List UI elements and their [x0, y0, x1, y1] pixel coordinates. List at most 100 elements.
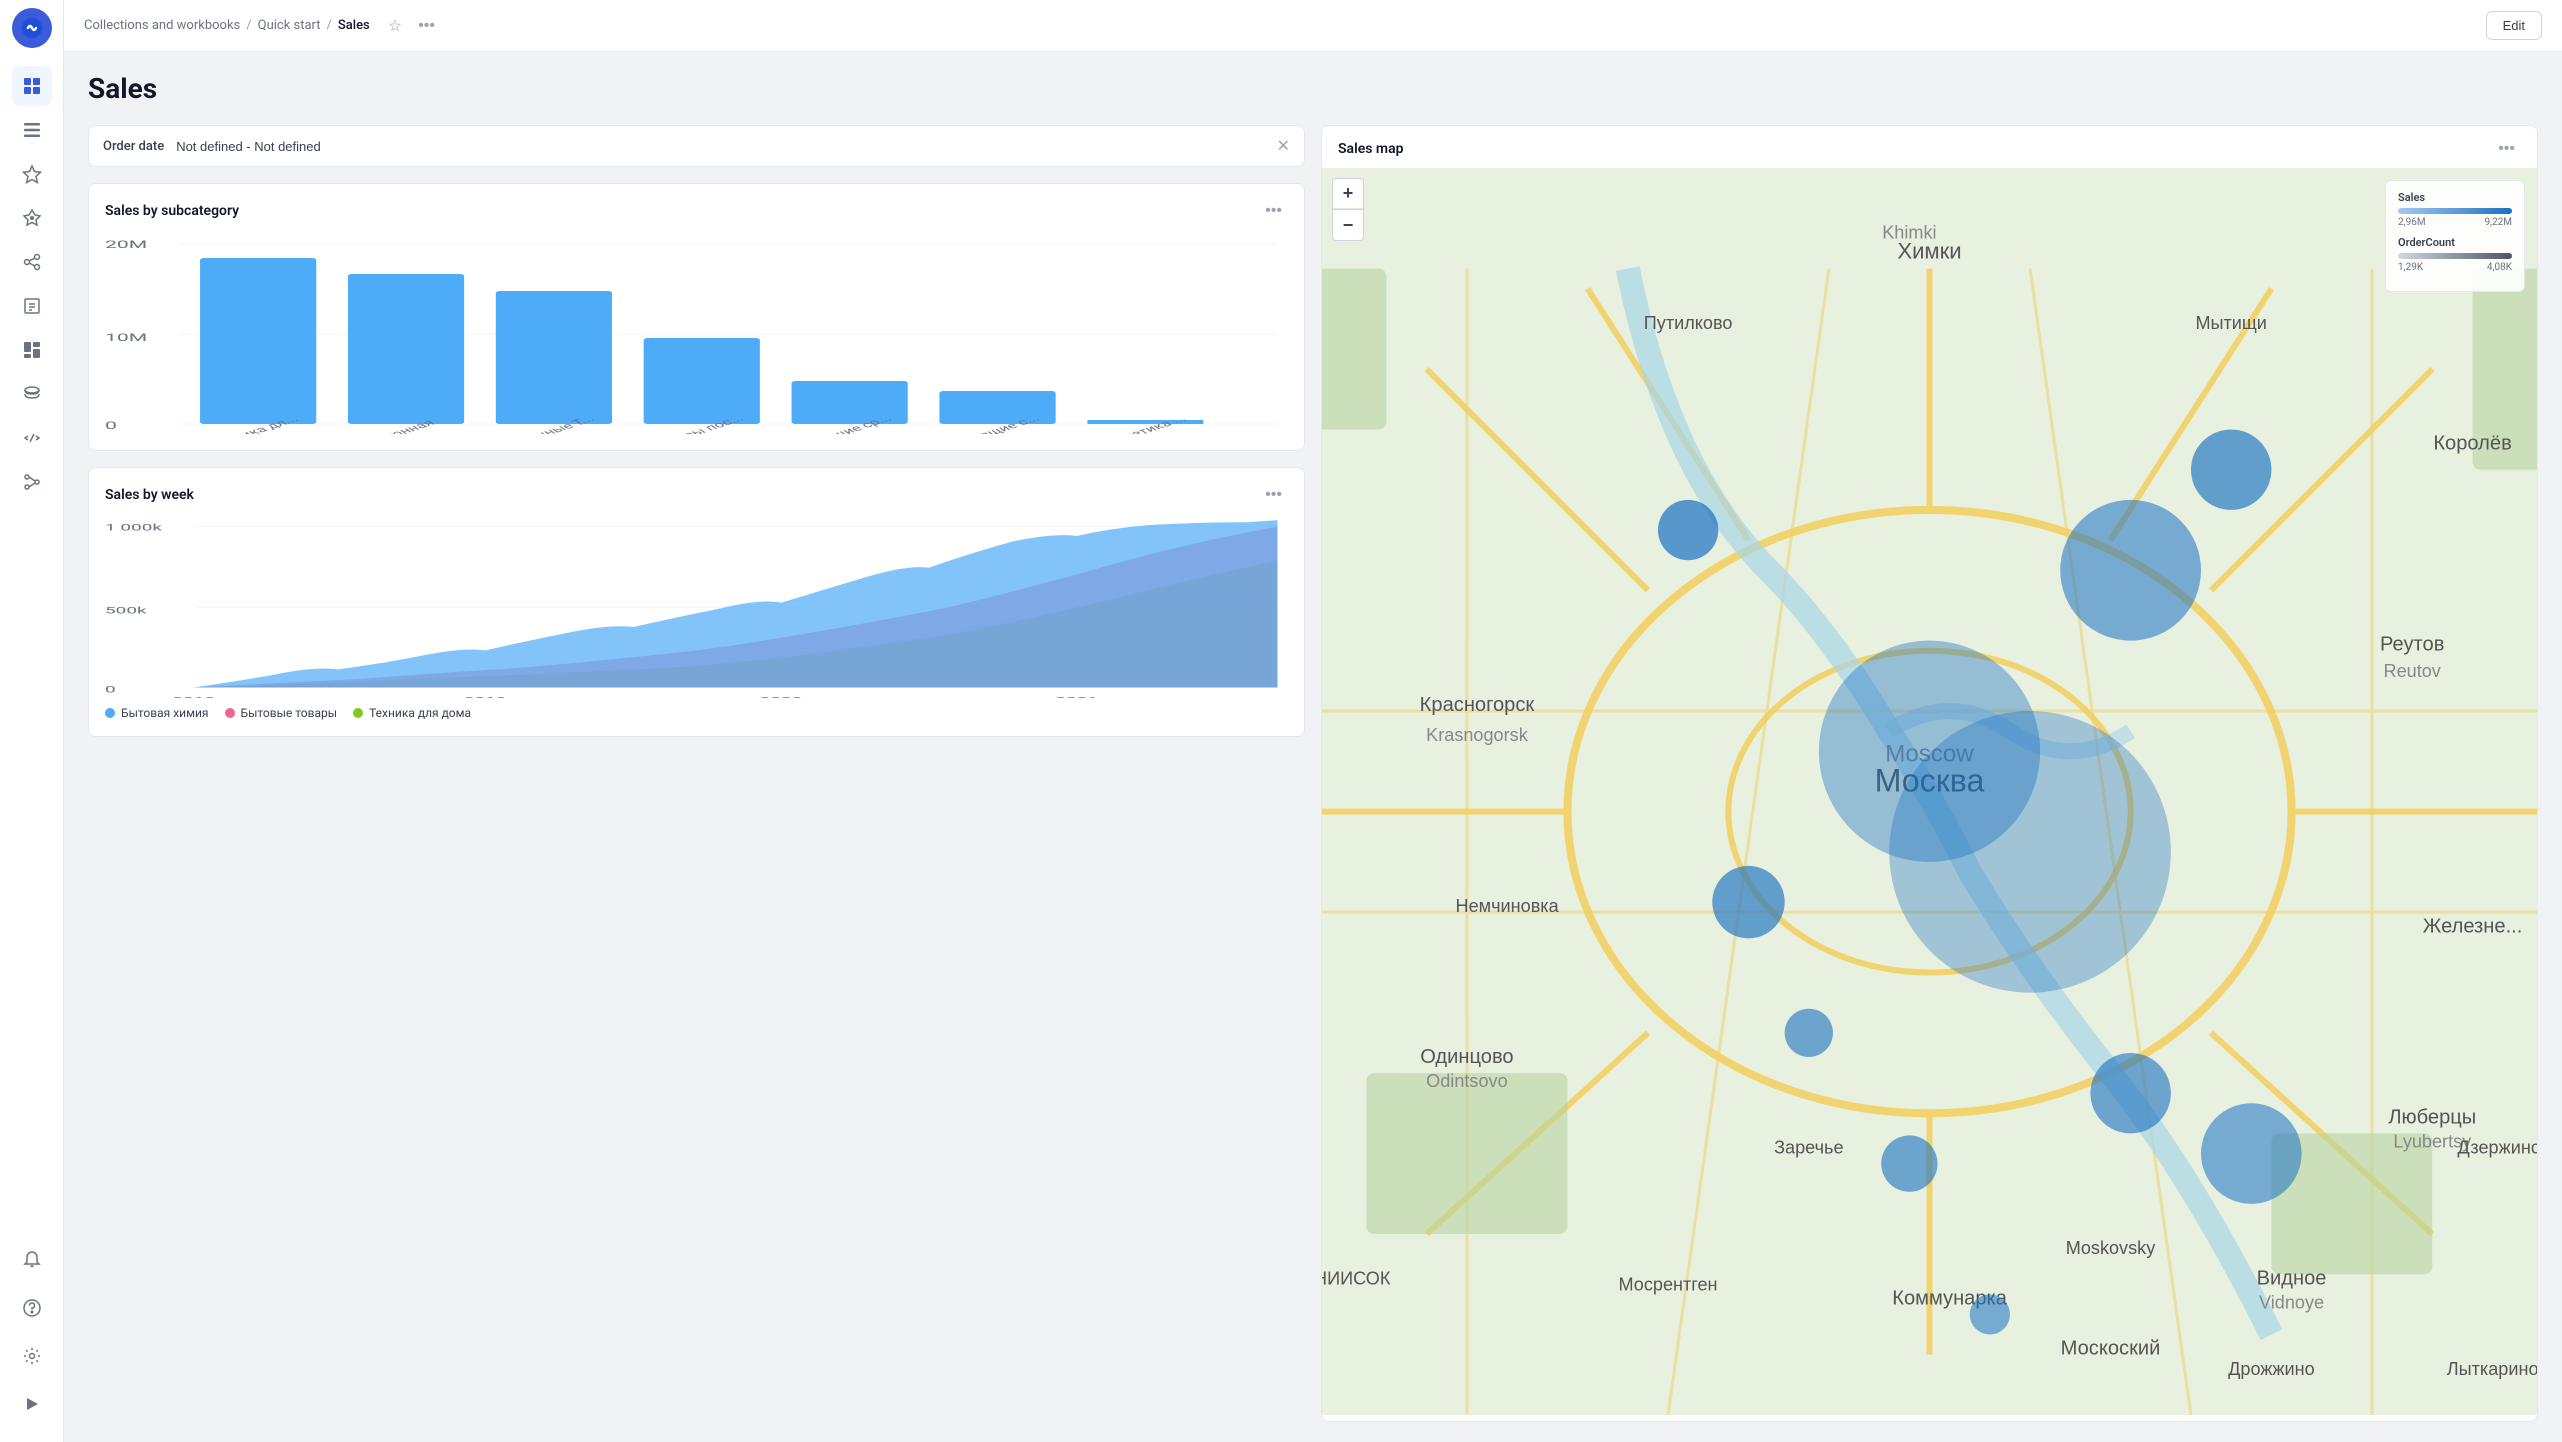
svg-text:Дзержинский: Дзержинский: [2458, 1138, 2537, 1158]
legend-sales-range: 2,96M 9,22M: [2398, 217, 2512, 228]
breadcrumb-quickstart[interactable]: Quick start: [258, 18, 321, 33]
breadcrumb-current: Sales: [338, 18, 370, 33]
legend-sales-label: Sales: [2398, 191, 2512, 204]
dashboard-grid: Order date ✕ Sales by subcategory ••• 20…: [88, 125, 2538, 1422]
bar-chart-svg: 20M 10M 0 Техника дл...: [105, 234, 1288, 434]
filter-label: Order date: [103, 139, 164, 154]
legend-sales-max: 9,22M: [2484, 217, 2512, 228]
svg-text:Мытищи: Мытищи: [2195, 313, 2266, 333]
svg-text:Vidnoye: Vidnoye: [2259, 1292, 2324, 1312]
svg-text:Железне...: Железне...: [2423, 915, 2523, 937]
legend-dot-chemistry: [105, 708, 115, 718]
svg-text:Мосрентген: Мосрентген: [1619, 1274, 1718, 1294]
sidebar-item-dashboards[interactable]: [12, 330, 52, 370]
map-card: Sales map •••: [1321, 125, 2538, 1422]
subcategory-chart-menu[interactable]: •••: [1259, 200, 1288, 222]
legend-dot-tech: [353, 708, 363, 718]
sidebar-item-list[interactable]: [12, 110, 52, 150]
map-zoom-controls: + −: [1332, 178, 1364, 241]
legend-label-tech: Техника для дома: [369, 706, 471, 720]
svg-text:2020: 2020: [760, 694, 803, 698]
legend-order-bar: [2398, 253, 2512, 259]
zoom-out-button[interactable]: −: [1333, 210, 1363, 240]
favorite-button[interactable]: ☆: [384, 12, 406, 40]
sidebar-item-notifications[interactable]: [12, 1240, 52, 1280]
svg-text:500k: 500k: [105, 604, 147, 615]
subcategory-chart-title: Sales by subcategory: [105, 203, 239, 219]
breadcrumb: Collections and workbooks / Quick start …: [84, 12, 439, 40]
legend-dot-household: [225, 708, 235, 718]
breadcrumb-sep2: /: [327, 18, 332, 33]
sidebar-item-grid[interactable]: [12, 66, 52, 106]
week-chart-header: Sales by week •••: [105, 484, 1288, 506]
svg-text:Немчиновка: Немчиновка: [1456, 896, 1560, 916]
svg-text:Reutov: Reutov: [2384, 661, 2441, 681]
bar-chart-container: 20M 10M 0 Техника дл...: [105, 234, 1288, 434]
week-chart-title: Sales by week: [105, 487, 194, 503]
logo[interactable]: [12, 8, 52, 48]
svg-text:Krasnogorsk: Krasnogorsk: [1426, 725, 1529, 745]
breadcrumb-sep1: /: [246, 18, 251, 33]
line-chart-svg: 1 000k 500k 0: [105, 518, 1288, 698]
svg-text:Красногорск: Красногорск: [1420, 694, 1535, 716]
svg-text:2021: 2021: [1055, 694, 1098, 698]
sidebar-item-favorites[interactable]: [12, 154, 52, 194]
legend-item-household: Бытовые товары: [225, 706, 338, 720]
edit-button[interactable]: Edit: [2486, 11, 2542, 40]
sidebar-item-workflows[interactable]: [12, 462, 52, 502]
more-options-button[interactable]: •••: [414, 13, 439, 39]
legend-label-household: Бытовые товары: [241, 706, 338, 720]
sidebar: [0, 0, 64, 1442]
sidebar-item-datasets[interactable]: [12, 374, 52, 414]
page-body: Sales Order date ✕ Sales by subcategory …: [64, 52, 2562, 1442]
left-column: Order date ✕ Sales by subcategory ••• 20…: [88, 125, 1305, 1422]
breadcrumb-actions: ☆ •••: [384, 12, 439, 40]
legend-item-tech: Техника для дома: [353, 706, 471, 720]
filter-row: Order date ✕: [88, 125, 1305, 167]
legend-label-chemistry: Бытовая химия: [121, 706, 209, 720]
legend-sales-min: 2,96M: [2398, 217, 2426, 228]
sidebar-item-alerts[interactable]: [12, 198, 52, 238]
svg-text:ВНИИСОК: ВНИИСОК: [1322, 1268, 1391, 1288]
page-title: Sales: [88, 72, 2538, 105]
line-chart-container: 1 000k 500k 0: [105, 518, 1288, 698]
sidebar-item-reports[interactable]: [12, 286, 52, 326]
week-chart-menu[interactable]: •••: [1259, 484, 1288, 506]
main-content: Collections and workbooks / Quick start …: [64, 0, 2562, 1442]
svg-text:0: 0: [105, 684, 116, 695]
week-chart-card: Sales by week ••• 1 000k 500k 0: [88, 467, 1305, 737]
breadcrumb-collections[interactable]: Collections and workbooks: [84, 18, 240, 33]
sidebar-item-settings[interactable]: [12, 1336, 52, 1376]
legend-order-min: 1,29K: [2398, 262, 2423, 273]
legend-order-label: OrderCount: [2398, 236, 2512, 249]
zoom-in-button[interactable]: +: [1333, 179, 1363, 209]
map-header: Sales map •••: [1322, 126, 2537, 168]
svg-text:Moskovsky: Moskovsky: [2066, 1238, 2156, 1258]
sidebar-play-icon[interactable]: [12, 1384, 52, 1424]
svg-text:Дрожжино: Дрожжино: [2228, 1359, 2315, 1379]
map-title: Sales map: [1338, 141, 1403, 157]
filter-clear-button[interactable]: ✕: [1277, 136, 1290, 156]
date-filter-input[interactable]: [176, 139, 1264, 154]
svg-text:Видное: Видное: [2257, 1267, 2327, 1289]
legend-item-chemistry: Бытовая химия: [105, 706, 209, 720]
svg-text:Путилково: Путилково: [1644, 313, 1733, 333]
svg-text:Odintsovo: Odintsovo: [1426, 1071, 1507, 1091]
svg-text:10M: 10M: [105, 333, 147, 344]
sidebar-item-help[interactable]: [12, 1288, 52, 1328]
map-legend: Sales 2,96M 9,22M OrderCount 1,29K 4,08K: [2385, 180, 2525, 292]
svg-text:Люберцы: Люберцы: [2388, 1106, 2476, 1128]
sidebar-item-scripts[interactable]: [12, 418, 52, 458]
legend-sales-bar: [2398, 208, 2512, 214]
legend-order-max: 4,08K: [2487, 262, 2512, 273]
svg-text:Москоский: Москоский: [2061, 1338, 2161, 1360]
chart-legend: Бытовая химия Бытовые товары Техника для…: [105, 706, 1288, 720]
map-menu-button[interactable]: •••: [2492, 138, 2521, 160]
svg-text:Khimki: Khimki: [1882, 222, 1936, 242]
map-background: Химки Khimki Красногорск Krasnogorsk Мос…: [1322, 168, 2537, 1415]
subcategory-chart-header: Sales by subcategory •••: [105, 200, 1288, 222]
svg-text:0: 0: [105, 421, 117, 432]
sidebar-item-connections[interactable]: [12, 242, 52, 282]
map-container: Химки Khimki Красногорск Krasnogorsk Мос…: [1322, 168, 2537, 1415]
svg-text:Заречье: Заречье: [1774, 1138, 1843, 1158]
